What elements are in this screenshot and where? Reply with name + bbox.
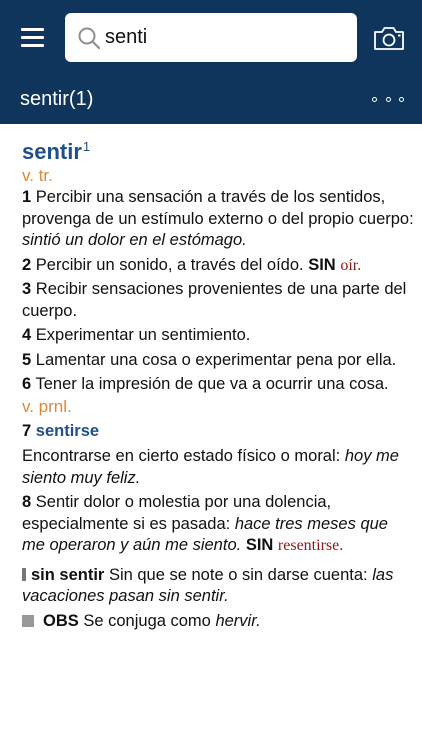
hamburger-icon-line — [21, 44, 44, 47]
sense-number: 1 — [22, 188, 32, 206]
grammar-category-tr: v. tr. — [22, 166, 53, 185]
sense-text: Tener la impresión de que va a ocurrir u… — [35, 375, 389, 393]
phrase-term: sin sentir — [31, 565, 105, 584]
observation: OBS Se conjuga como hervir. — [22, 611, 414, 633]
sense-text: Experimentar un sentimiento. — [35, 326, 251, 344]
sense-6: 6 Tener la impresión de que va a ocurrir… — [22, 374, 414, 396]
sense-text: Recibir sensaciones provenientes de una … — [22, 280, 407, 320]
sense-number: 3 — [22, 280, 32, 298]
phrase-definition: Sin que se note o sin darse cuenta: — [108, 565, 368, 584]
entry-title-row: sentir(1) — [0, 80, 422, 120]
synonym-label: SIN — [245, 536, 274, 554]
phrase-sin-sentir: sin sentir Sin que se note o sin darse c… — [22, 565, 414, 608]
hamburger-icon-line — [21, 36, 44, 39]
homonym-number: 1 — [82, 139, 91, 154]
grammar-category-prnl: v. prnl. — [22, 396, 72, 416]
headword-text: sentir — [22, 139, 82, 164]
obs-text: Se conjuga como — [83, 611, 211, 630]
sense-number: 5 — [22, 350, 32, 369]
more-options-button[interactable] — [372, 93, 404, 105]
sense-number: 4 — [22, 326, 32, 344]
sense-text: Lamentar una cosa o experimentar pena po… — [35, 350, 397, 369]
synonym-link[interactable]: resentirse. — [278, 537, 343, 554]
sense-5: 5 Lamentar una cosa o experimentar pena … — [22, 350, 414, 372]
more-dot-icon — [385, 96, 391, 102]
sense-2: 2 Percibir un sonido, a través del oído.… — [22, 255, 414, 277]
more-dot-icon — [399, 96, 404, 102]
sense-8: 8 Sentir dolor o molestia por una dolenc… — [22, 492, 414, 557]
sense-number: 6 — [22, 375, 32, 393]
search-icon — [78, 27, 101, 50]
phrase-marker — [22, 567, 26, 581]
entry-title: sentir(1) — [20, 88, 94, 110]
sense-example: sintió un dolor en el estómago. — [22, 231, 247, 249]
sense-number: 8 — [22, 493, 32, 511]
sense-text: Percibir un sonido, a través del oído. — [35, 255, 304, 274]
top-bar: sentir(1) — [0, 0, 422, 124]
sense-number: 7 — [22, 421, 32, 440]
headword: sentir1 — [22, 134, 414, 165]
sense-3: 3 Recibir sensaciones provenientes de un… — [22, 279, 414, 322]
sense-4: 4 Experimentar un sentimiento. — [22, 325, 414, 347]
sublemma: sentirse — [35, 421, 100, 440]
synonym-label: SIN — [308, 255, 336, 274]
search-input[interactable] — [105, 22, 345, 52]
camera-icon[interactable] — [373, 25, 405, 51]
hamburger-icon — [21, 28, 44, 31]
synonym-link[interactable]: oír. — [340, 257, 361, 274]
more-dot-icon — [372, 96, 377, 102]
sense-number: 2 — [22, 255, 32, 274]
sense-text: Encontrarse en cierto estado físico o mo… — [22, 447, 341, 465]
obs-label: OBS — [43, 611, 79, 630]
menu-button[interactable] — [21, 26, 45, 48]
obs-example: hervir. — [215, 611, 261, 630]
sense-text: Percibir una sensación a través de los s… — [22, 188, 414, 228]
search-box[interactable] — [65, 13, 357, 62]
entry-content: sentir1 v. tr. 1 Percibir una sensación … — [22, 134, 414, 635]
obs-marker-icon — [22, 614, 34, 627]
sense-7-lemma: 7 sentirse — [22, 421, 414, 443]
sense-1: 1 Percibir una sensación a través de los… — [22, 187, 414, 252]
sense-7: Encontrarse en cierto estado físico o mo… — [22, 446, 414, 489]
